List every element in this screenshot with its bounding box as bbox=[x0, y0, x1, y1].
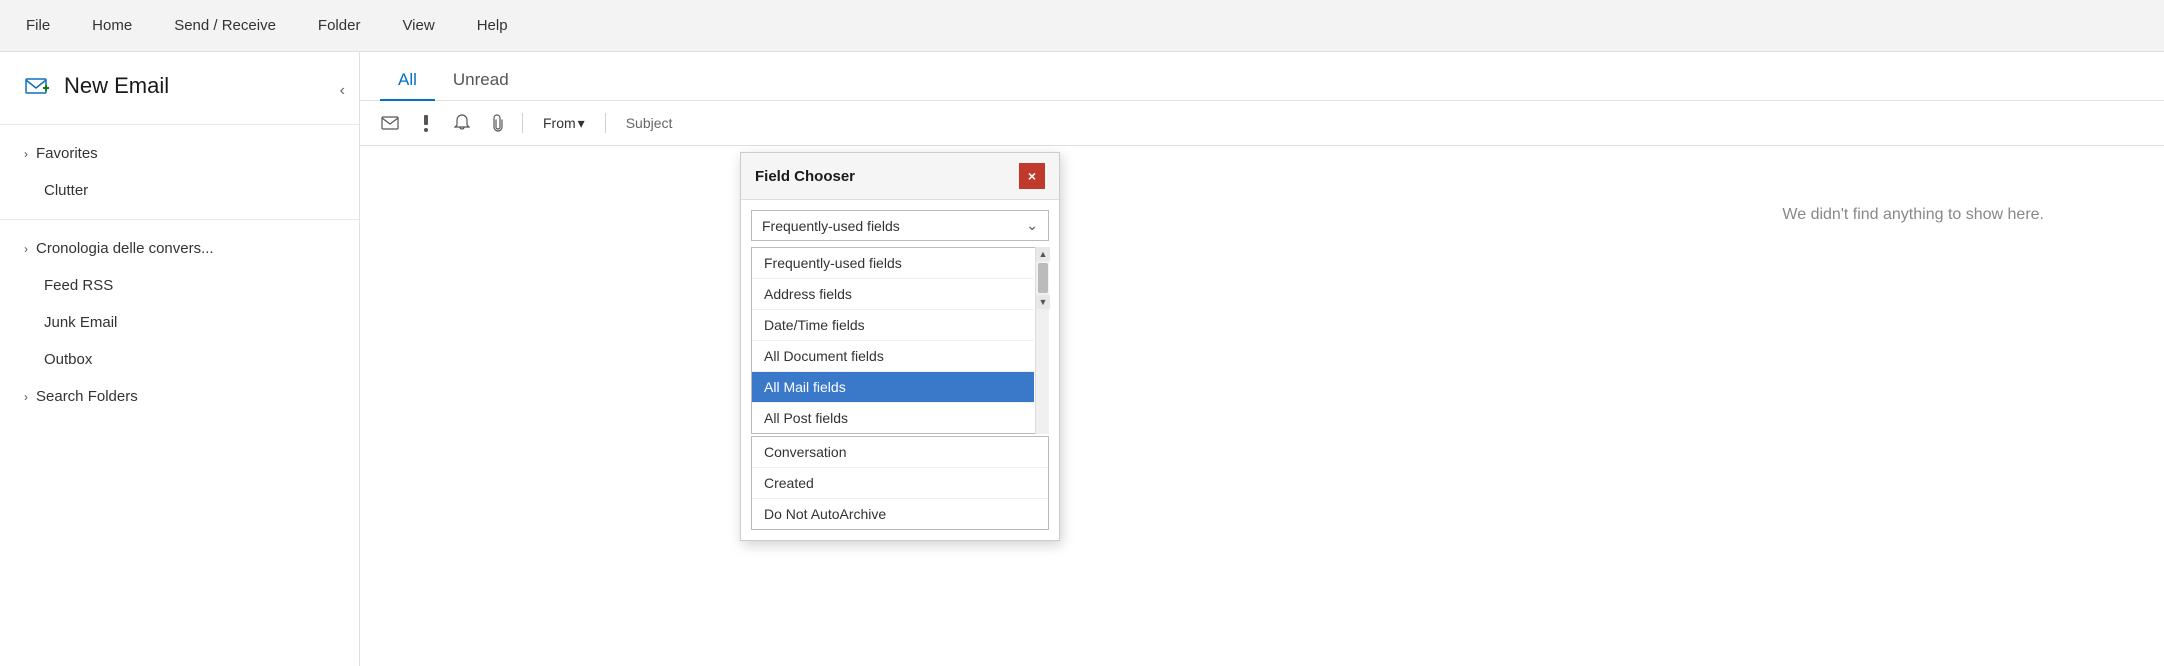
filter-bell-icon[interactable] bbox=[448, 109, 476, 137]
sidebar-section-folders: › Cronologia delle convers... Feed RSS J… bbox=[0, 224, 359, 421]
tab-all[interactable]: All bbox=[380, 62, 435, 100]
tab-unread[interactable]: Unread bbox=[435, 62, 527, 100]
field-chooser-title: Field Chooser bbox=[755, 168, 855, 185]
list-item-do-not-autoarchive[interactable]: Do Not AutoArchive bbox=[752, 499, 1048, 529]
filter-bar: From ▾ Subject bbox=[360, 101, 2164, 146]
menu-view[interactable]: View bbox=[396, 13, 440, 38]
sidebar-label-junk: Junk Email bbox=[44, 314, 117, 331]
sidebar-item-search-folders[interactable]: › Search Folders bbox=[0, 378, 359, 415]
new-email-label: New Email bbox=[64, 73, 169, 99]
dropdown-item-address[interactable]: Address fields bbox=[752, 279, 1034, 310]
filter-from-label: From bbox=[543, 115, 576, 131]
field-chooser-close-button[interactable]: × bbox=[1019, 163, 1045, 189]
chevron-right-icon-3: › bbox=[24, 390, 28, 404]
dropdown-item-frequently-used[interactable]: Frequently-used fields bbox=[752, 248, 1034, 279]
scroll-up-button[interactable]: ▲ bbox=[1036, 247, 1050, 261]
empty-state-text: We didn't find anything to show here. bbox=[1782, 206, 2044, 224]
menu-bar: File Home Send / Receive Folder View Hel… bbox=[0, 0, 2164, 52]
sidebar-item-clutter[interactable]: Clutter bbox=[0, 172, 359, 209]
field-chooser-overlay: Field Chooser × Frequently-used fields ⌄… bbox=[740, 152, 1060, 541]
dropdown-item-datetime[interactable]: Date/Time fields bbox=[752, 310, 1034, 341]
sidebar-label-clutter: Clutter bbox=[44, 182, 88, 199]
sidebar-item-rss[interactable]: Feed RSS bbox=[0, 267, 359, 304]
field-chooser-dropdown[interactable]: Frequently-used fields ⌄ bbox=[751, 210, 1049, 241]
chevron-down-icon: ⌄ bbox=[1026, 217, 1038, 234]
scroll-down-button[interactable]: ▼ bbox=[1036, 295, 1050, 309]
filter-separator bbox=[522, 113, 523, 133]
list-item-created[interactable]: Created bbox=[752, 468, 1048, 499]
new-email-icon bbox=[24, 72, 52, 100]
field-chooser-header: Field Chooser × bbox=[741, 153, 1059, 200]
field-chooser-dialog: Field Chooser × Frequently-used fields ⌄… bbox=[740, 152, 1060, 541]
sidebar-item-favorites[interactable]: › Favorites bbox=[0, 135, 359, 172]
menu-help[interactable]: Help bbox=[471, 13, 514, 38]
scroll-track: ▲ ▼ bbox=[1035, 247, 1049, 434]
menu-send-receive[interactable]: Send / Receive bbox=[168, 13, 282, 38]
new-email-button[interactable]: New Email bbox=[0, 52, 359, 120]
sidebar-label-outbox: Outbox bbox=[44, 351, 92, 368]
filter-important-icon[interactable] bbox=[412, 109, 440, 137]
dropdown-item-post[interactable]: All Post fields bbox=[752, 403, 1034, 433]
empty-state: We didn't find anything to show here. bbox=[360, 146, 2164, 666]
list-item-created-label: Created bbox=[764, 475, 814, 491]
filter-from-arrow: ▾ bbox=[578, 115, 585, 132]
sidebar-item-conversation-history[interactable]: › Cronologia delle convers... bbox=[0, 230, 359, 267]
filter-attachment-icon[interactable] bbox=[484, 109, 512, 137]
dropdown-item-document[interactable]: All Document fields bbox=[752, 341, 1034, 372]
dropdown-selected-label: Frequently-used fields bbox=[762, 218, 900, 234]
menu-folder[interactable]: Folder bbox=[312, 13, 367, 38]
sidebar-label-conversation-history: Cronologia delle convers... bbox=[36, 240, 214, 257]
list-item-autoarchive-label: Do Not AutoArchive bbox=[764, 506, 886, 522]
dropdown-list-container: Frequently-used fields Address fields Da… bbox=[751, 247, 1049, 434]
scroll-thumb[interactable] bbox=[1038, 263, 1048, 293]
menu-home[interactable]: Home bbox=[86, 13, 138, 38]
menu-file[interactable]: File bbox=[20, 13, 56, 38]
sidebar: New Email ‹ › Favorites Clutter › Cronol… bbox=[0, 52, 360, 666]
sidebar-item-junk[interactable]: Junk Email bbox=[0, 304, 359, 341]
sidebar-divider-1 bbox=[0, 124, 359, 125]
sidebar-divider-2 bbox=[0, 219, 359, 220]
sidebar-item-outbox[interactable]: Outbox bbox=[0, 341, 359, 378]
list-item-conversation-label: Conversation bbox=[764, 444, 847, 460]
sidebar-label-favorites: Favorites bbox=[36, 145, 98, 162]
dropdown-list: Frequently-used fields Address fields Da… bbox=[751, 247, 1049, 434]
field-list-container: Conversation Created Do Not AutoArchive bbox=[751, 436, 1049, 530]
main-layout: New Email ‹ › Favorites Clutter › Cronol… bbox=[0, 52, 2164, 666]
collapse-sidebar-button[interactable]: ‹ bbox=[340, 82, 345, 100]
content-area: All Unread bbox=[360, 52, 2164, 666]
chevron-right-icon: › bbox=[24, 147, 28, 161]
sidebar-label-search-folders: Search Folders bbox=[36, 388, 138, 405]
filter-subject-label: Subject bbox=[626, 115, 673, 131]
filter-mail-icon[interactable] bbox=[376, 109, 404, 137]
chevron-right-icon-2: › bbox=[24, 242, 28, 256]
tabs-bar: All Unread bbox=[360, 52, 2164, 101]
field-chooser-body: Frequently-used fields ⌄ Frequently-used… bbox=[741, 200, 1059, 540]
filter-subject-column: Subject bbox=[616, 111, 683, 135]
filter-separator-2 bbox=[605, 113, 606, 133]
filter-from-column[interactable]: From ▾ bbox=[533, 111, 595, 136]
dropdown-item-mail[interactable]: All Mail fields bbox=[752, 372, 1034, 403]
list-item-conversation[interactable]: Conversation bbox=[752, 437, 1048, 468]
sidebar-section-favorites: › Favorites Clutter bbox=[0, 129, 359, 215]
sidebar-label-rss: Feed RSS bbox=[44, 277, 113, 294]
